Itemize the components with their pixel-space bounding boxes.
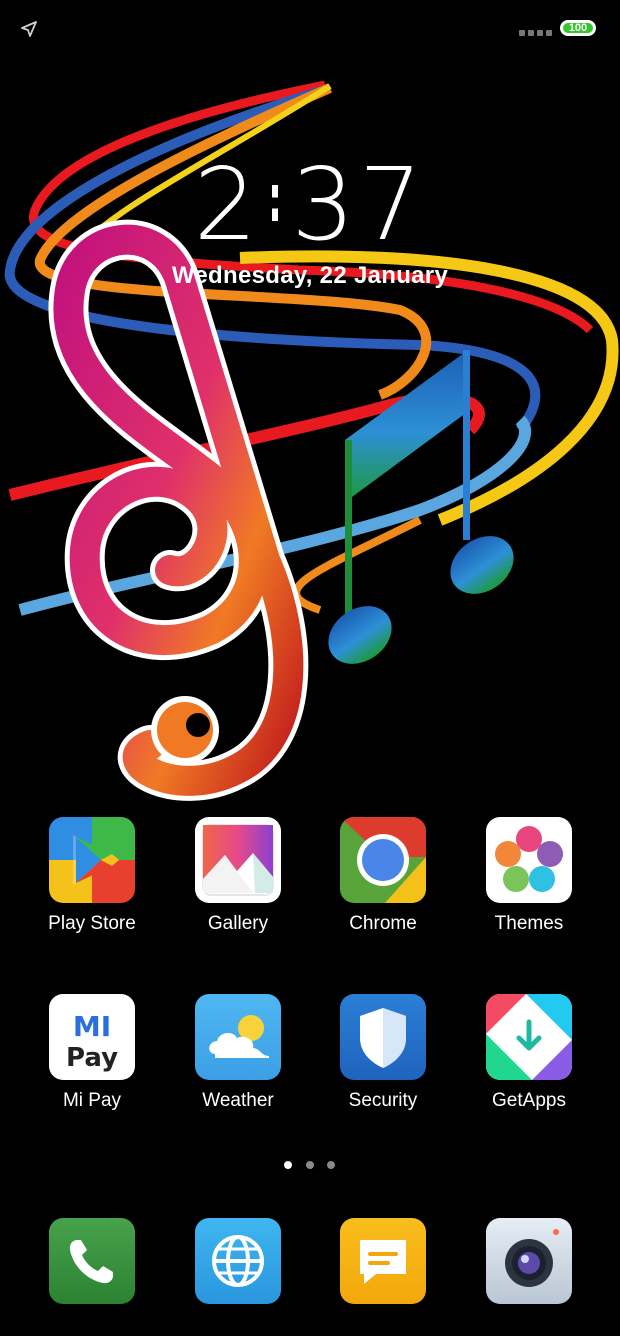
themes-icon bbox=[486, 817, 572, 903]
dock-phone[interactable] bbox=[32, 1218, 152, 1304]
app-label-chrome: Chrome bbox=[349, 913, 417, 934]
status-bar: 100 bbox=[0, 0, 620, 60]
page-dot-3[interactable] bbox=[327, 1161, 335, 1169]
dock-camera[interactable] bbox=[469, 1218, 589, 1304]
app-label-gallery: Gallery bbox=[207, 913, 269, 934]
signal-dots-icon bbox=[519, 30, 552, 36]
mi-pay-icon-text-bottom: Pay bbox=[66, 1043, 118, 1073]
mi-pay-icon-text-top: MI bbox=[73, 1010, 111, 1043]
camera-icon bbox=[486, 1218, 572, 1304]
page-dot-2[interactable] bbox=[306, 1161, 314, 1169]
app-weather[interactable]: Weather bbox=[178, 994, 298, 1112]
chrome-icon bbox=[340, 817, 426, 903]
clock-minutes: 37 bbox=[291, 146, 427, 263]
app-label-weather: Weather bbox=[202, 1090, 274, 1111]
dock-browser[interactable] bbox=[178, 1218, 298, 1304]
phone-icon bbox=[49, 1218, 135, 1304]
app-getapps[interactable]: GetApps bbox=[469, 994, 589, 1112]
app-label-security: Security bbox=[348, 1090, 418, 1111]
clock-hours: 2 bbox=[193, 146, 262, 263]
mi-pay-icon: MI Pay bbox=[49, 994, 135, 1080]
clock-separator: : bbox=[261, 145, 291, 265]
app-themes[interactable]: Themes bbox=[469, 817, 589, 935]
browser-globe-icon bbox=[195, 1218, 281, 1304]
page-dot-1[interactable] bbox=[284, 1161, 292, 1169]
date: Wednesday, 22 January bbox=[171, 262, 449, 289]
getapps-icon bbox=[486, 994, 572, 1080]
battery-indicator: 100 bbox=[560, 20, 596, 36]
gallery-icon bbox=[195, 817, 281, 903]
weather-icon bbox=[195, 994, 281, 1080]
location-arrow-icon bbox=[21, 21, 37, 37]
page-indicator bbox=[0, 1158, 620, 1172]
app-label-mi-pay: Mi Pay bbox=[62, 1090, 122, 1111]
app-label-getapps: GetApps bbox=[492, 1090, 566, 1111]
security-icon bbox=[340, 994, 426, 1080]
app-security[interactable]: Security bbox=[323, 994, 443, 1112]
app-label-play-store: Play Store bbox=[48, 913, 136, 934]
dock-messages[interactable] bbox=[323, 1218, 443, 1304]
clock: 2:37 bbox=[0, 145, 620, 265]
play-store-icon bbox=[49, 817, 135, 903]
app-play-store[interactable]: Play Store bbox=[32, 817, 152, 935]
app-gallery[interactable]: Gallery bbox=[178, 817, 298, 935]
battery-percent: 100 bbox=[568, 22, 588, 34]
app-label-themes: Themes bbox=[494, 913, 564, 934]
app-mi-pay[interactable]: MI Pay Mi Pay bbox=[32, 994, 152, 1112]
messages-icon bbox=[340, 1218, 426, 1304]
app-chrome[interactable]: Chrome bbox=[323, 817, 443, 935]
